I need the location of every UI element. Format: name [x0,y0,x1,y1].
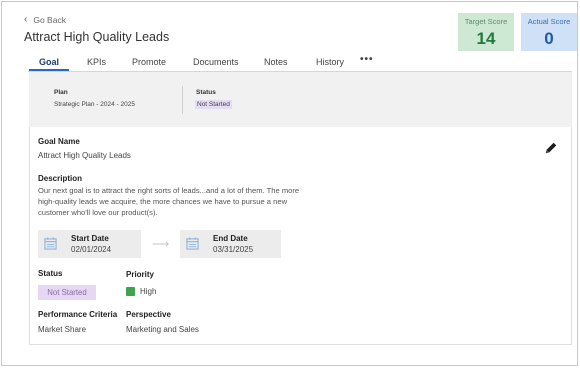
perspective-value: Marketing and Sales [126,325,199,334]
start-date-value: 02/01/2024 [71,245,112,254]
target-score-value: 14 [476,29,496,48]
end-date-value: 03/31/2025 [213,245,254,254]
go-back-label: Go Back [33,14,66,25]
plan-status-value: Not Started [195,100,232,109]
description-line: customer who'll love our product(s). [38,208,158,217]
end-date-label: End Date [213,234,248,243]
plan-value: Strategic Plan - 2024 - 2025 [54,101,135,108]
chevron-left-icon: ‹ [24,14,28,25]
perspective-label: Perspective [126,310,171,319]
arrow-right-icon: ⟶ [152,237,170,251]
description-label: Description [38,174,83,183]
tab-documents[interactable]: Documents [193,57,239,67]
end-date-box: End Date 03/31/2025 [180,230,281,258]
description-line: high-quality leads we acquire, the more … [38,197,288,206]
go-back-link[interactable]: ‹ Go Back [24,14,66,25]
priority-value: High [140,287,157,296]
calendar-icon [44,237,57,250]
actual-score-value: 0 [544,29,554,48]
tab-history[interactable]: History [316,57,344,67]
start-date-box: Start Date 02/01/2024 [38,230,141,258]
more-icon[interactable]: ••• [360,54,374,65]
start-date-label: Start Date [71,234,109,243]
page-title: Attract High Quality Leads [24,30,170,44]
description-text: Our next goal is to attract the right so… [38,185,308,218]
plan-label: Plan [54,89,68,96]
performance-criteria-label: Performance Criteria [38,310,118,319]
app-frame: ‹ Go Back Attract High Quality Leads Tar… [1,1,578,366]
plan-separator [182,86,183,114]
target-score-card: Target Score 14 [458,13,514,51]
tab-promote[interactable]: Promote [132,57,166,67]
pencil-icon[interactable] [544,141,558,155]
actual-score-label: Actual Score [527,17,571,26]
performance-criteria-value: Market Share [38,325,87,334]
status-badge: Not Started [38,285,96,300]
goal-details-card: Goal Name Attract High Quality Leads Des… [29,127,572,345]
goal-name-value: Attract High Quality Leads [38,151,131,160]
priority-high-icon [126,287,135,296]
tab-goal[interactable]: Goal [39,57,59,67]
tab-notes[interactable]: Notes [264,57,288,67]
status-label: Status [38,269,63,278]
plan-status-label: Status [196,89,216,96]
description-line: Our next goal is to attract the right so… [38,186,300,195]
calendar-icon [186,237,199,250]
target-score-label: Target Score [464,17,508,26]
goal-name-label: Goal Name [38,137,80,146]
actual-score-card: Actual Score 0 [521,13,577,51]
tab-kpis[interactable]: KPIs [87,57,106,67]
plan-summary-bar: Plan Strategic Plan - 2024 - 2025 Status… [29,72,572,127]
priority-label: Priority [126,270,155,279]
